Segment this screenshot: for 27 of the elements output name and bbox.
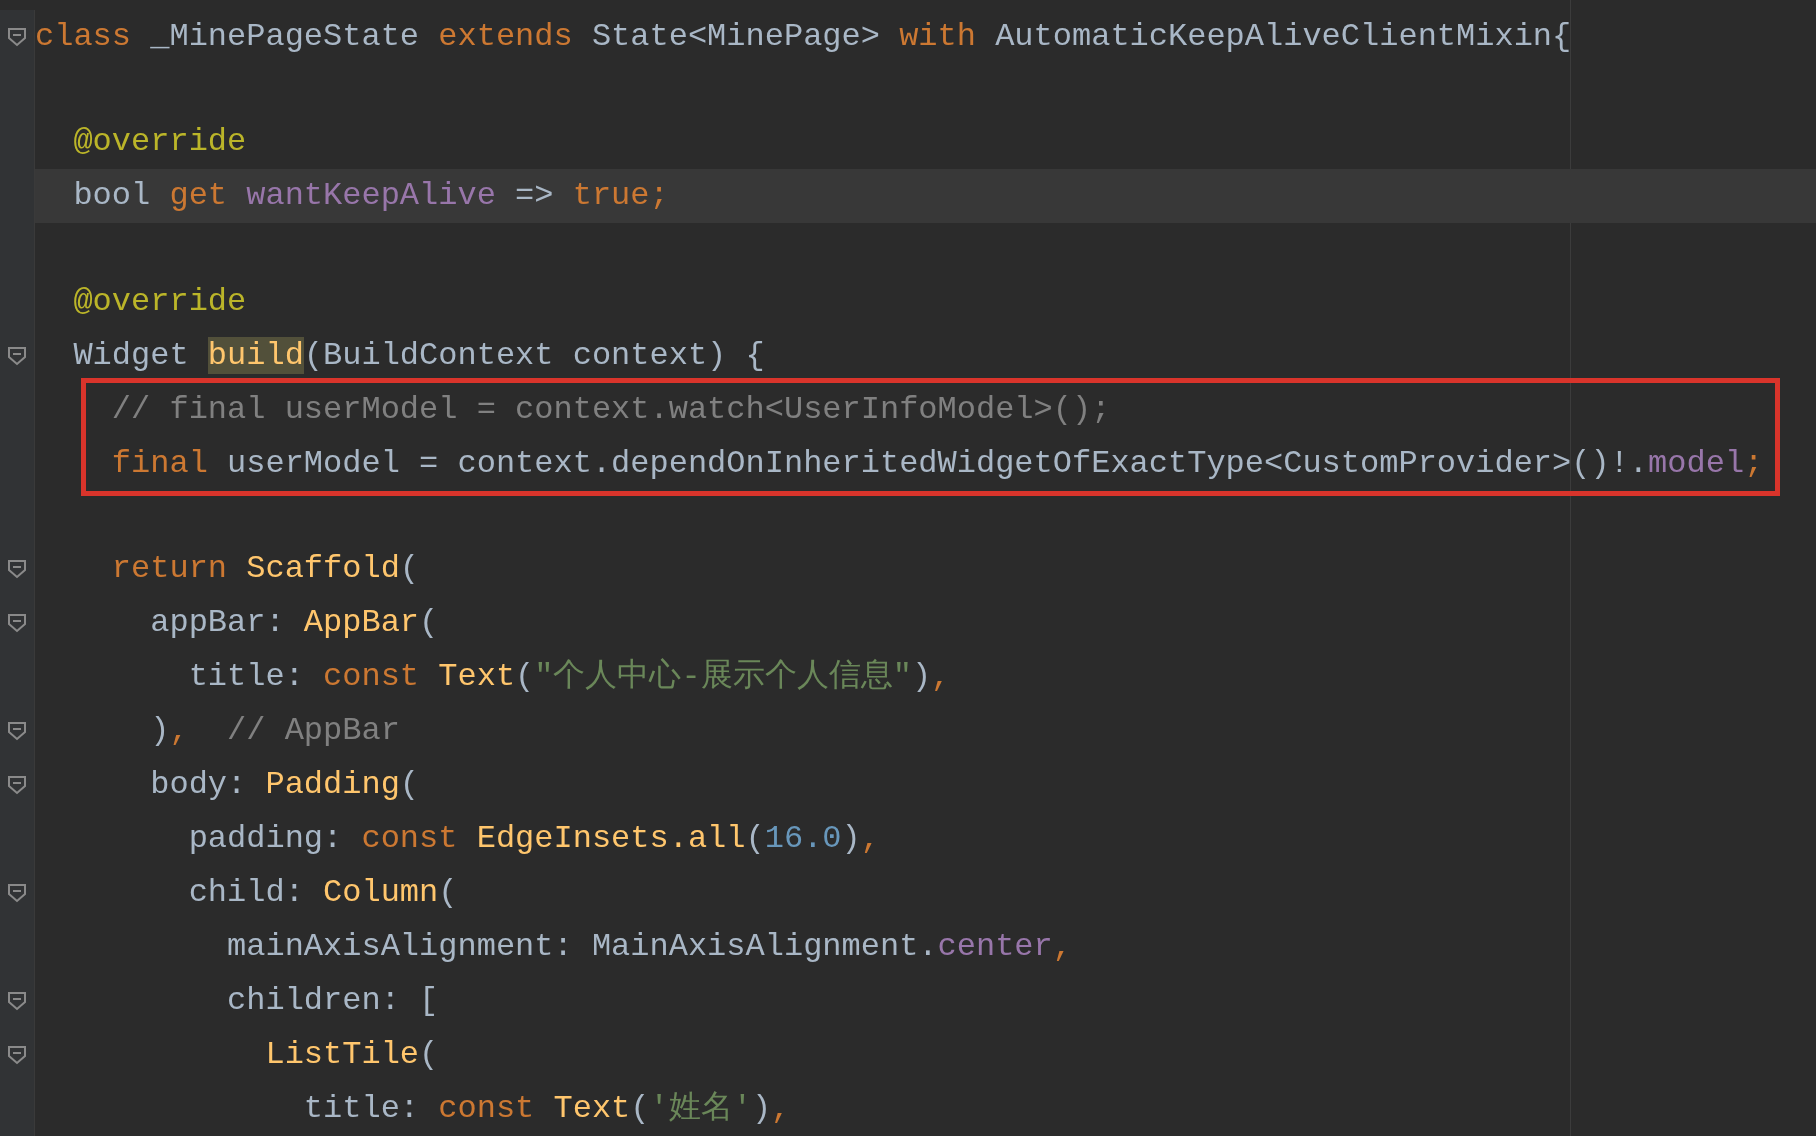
code-line: final userModel = context.dependOnInheritedWidgetOfExactType<CustomProvider>()!.model; [110,443,1764,484]
code-line: class _MinePageState extends State<MinePage> with AutomaticKeepAliveClientMixin{ [35,17,1572,57]
code-line: bool get wantKeepAlive => true; [72,176,669,217]
code-line: return Scaffold( [110,549,420,589]
code-line: child: Column( [187,873,458,913]
fold-icon[interactable] [7,991,27,1011]
code-line: title: const Text('姓名'), [302,1089,791,1129]
fold-icon[interactable] [7,1045,27,1065]
fold-icon[interactable] [7,559,27,579]
fold-icon[interactable] [7,883,27,903]
code-line: // final userModel = context.watch<UserInfoModel>(); [110,389,1111,430]
code-line: @override [72,122,247,163]
code-line: mainAxisAlignment: MainAxisAlignment.center, [226,927,1072,967]
code-line: padding: const EdgeInsets.all(16.0), [187,819,880,859]
fold-icon[interactable] [7,613,27,633]
code-line: Widget build(BuildContext context) { [72,335,765,376]
fold-icon[interactable] [7,775,27,795]
code-line: children: [ [226,981,439,1021]
code-line: appBar: AppBar( [149,603,439,643]
fold-icon[interactable] [7,721,27,741]
code-line: ), // AppBar [149,711,400,751]
code-line: title: const Text("个人中心-展示个人信息"), [187,657,951,697]
fold-icon[interactable] [7,27,27,47]
code-line: body: Padding( [149,765,420,805]
code-line: ListTile( [264,1035,439,1075]
code-line: @override [72,281,247,322]
fold-icon[interactable] [7,345,27,366]
